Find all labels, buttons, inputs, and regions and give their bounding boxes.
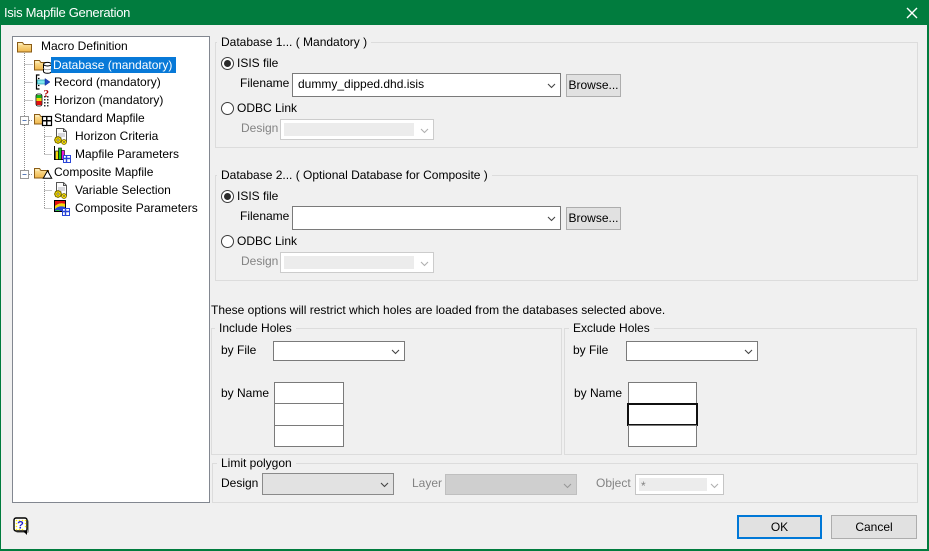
svg-text:?: ? xyxy=(17,520,24,532)
svg-text:?: ? xyxy=(44,88,50,100)
